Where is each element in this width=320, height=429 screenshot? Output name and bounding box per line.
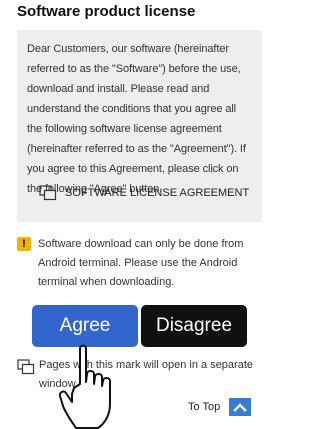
download-warning: ! Software download can only be done fro… [17,235,267,292]
agree-button[interactable]: Agree [32,305,138,347]
license-link-label: SOFTWARE LICENSE AGREEMENT [65,187,250,199]
license-text: Dear Customers, our software (hereinafte… [27,43,246,195]
new-window-icon [39,185,57,201]
license-agreement-link[interactable]: SOFTWARE LICENSE AGREEMENT [39,185,249,201]
to-top-link[interactable]: To Top [188,398,252,416]
warning-icon: ! [17,237,31,251]
chevron-up-icon [229,398,252,416]
to-top-label: To Top [188,401,221,413]
separate-window-note: Pages with this mark will open in a sepa… [17,356,267,394]
page-title: Software product license [17,3,196,20]
disagree-button[interactable]: Disagree [141,305,247,347]
note-text: Pages with this mark will open in a sepa… [39,359,253,390]
new-window-icon [17,359,35,375]
warning-text: Software download can only be done from … [38,238,244,288]
license-box: Dear Customers, our software (hereinafte… [17,30,262,222]
